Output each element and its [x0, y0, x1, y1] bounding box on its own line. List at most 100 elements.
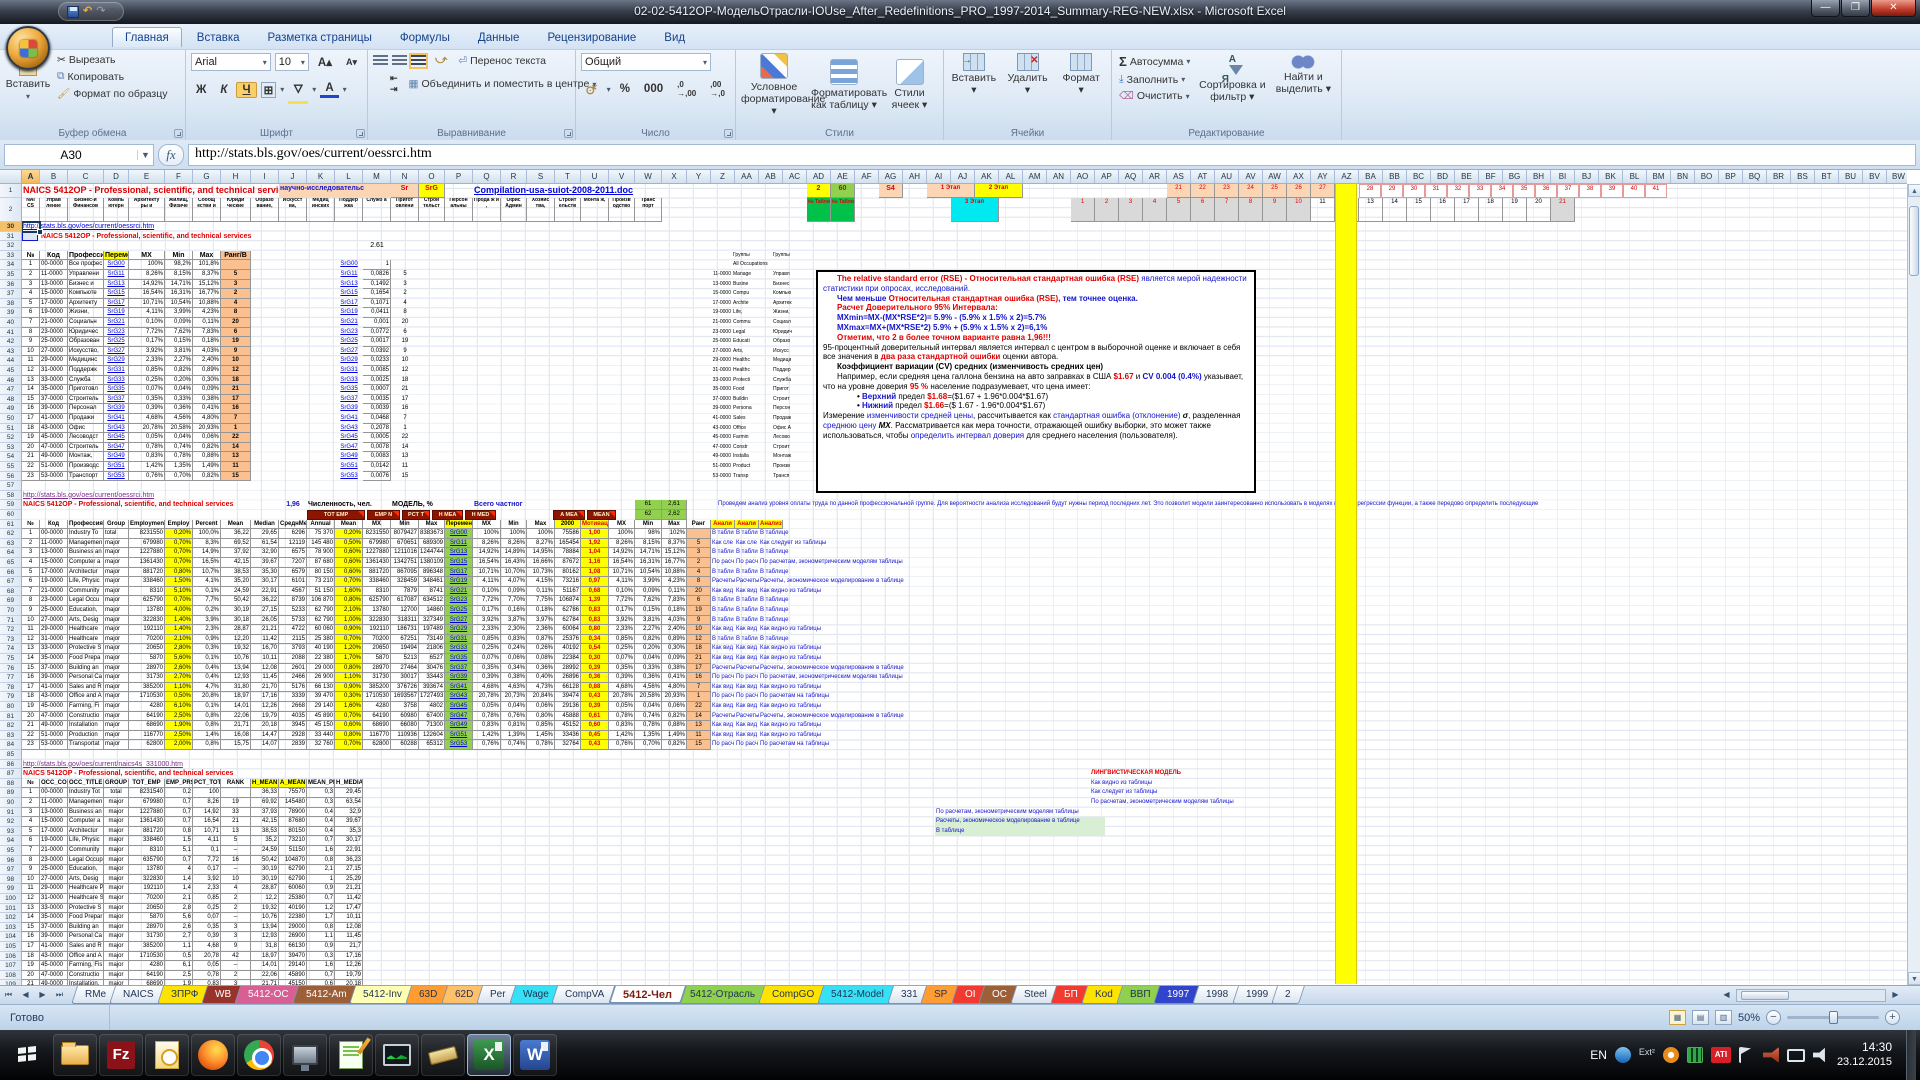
cell[interactable]: SrG27	[445, 616, 473, 626]
cell[interactable]: 39,67	[335, 817, 363, 827]
cell[interactable]: 23-0000	[688, 328, 732, 338]
cell[interactable]: 0,4	[307, 827, 335, 837]
cell[interactable]: 60288	[391, 740, 419, 750]
cell[interactable]: 13-0000	[40, 280, 68, 290]
cell[interactable]: SrG37	[445, 664, 473, 674]
t3-header[interactable]: GROUP	[104, 779, 129, 789]
cell[interactable]: Production	[68, 731, 104, 741]
cell[interactable]: 62786	[555, 606, 581, 616]
cell[interactable]: В табли	[711, 635, 735, 645]
cell[interactable]: 61,54	[251, 539, 279, 549]
cell[interactable]: 0,30%	[662, 644, 687, 654]
cell[interactable]: 19	[22, 961, 40, 971]
cell[interactable]: 0,39%	[609, 673, 635, 683]
cell[interactable]: Computer a	[68, 817, 104, 827]
cell[interactable]: Как вид	[711, 587, 735, 597]
cell[interactable]: 1,70%	[335, 654, 363, 664]
col-number[interactable]: 16	[1431, 198, 1455, 222]
cell[interactable]: 881720	[129, 827, 165, 837]
cell[interactable]: 13780	[129, 865, 165, 875]
row-header-57[interactable]: 57	[0, 481, 21, 491]
row2-header[interactable]: Искусст ва,	[279, 198, 307, 222]
cell[interactable]: Buildin	[732, 395, 772, 405]
t2-header[interactable]: MX	[363, 520, 391, 530]
cell[interactable]: 0,7	[307, 894, 335, 904]
cell[interactable]: Строит	[772, 443, 814, 453]
column-header-AN[interactable]: AN	[1047, 170, 1071, 183]
cell[interactable]: Sales	[732, 414, 772, 424]
row-header-67[interactable]: 67	[0, 577, 21, 587]
cell[interactable]: 17,16	[251, 692, 279, 702]
cell[interactable]: 0,3%	[193, 644, 221, 654]
cell[interactable]: SrG45	[445, 702, 473, 712]
cell[interactable]: 21	[221, 817, 251, 827]
cell[interactable]: 2466	[279, 673, 307, 683]
cell[interactable]: 20,58%	[165, 424, 193, 434]
cell[interactable]: 16,54%	[473, 558, 501, 568]
row2-header[interactable]: Прода ж и ,	[473, 198, 501, 222]
col-number[interactable]: 20	[1527, 198, 1551, 222]
cell[interactable]: 322830	[363, 616, 391, 626]
cell[interactable]: 4035	[279, 712, 307, 722]
col-number[interactable]: 22	[1191, 184, 1215, 198]
cell[interactable]: 192110	[129, 884, 165, 894]
grow-font-button[interactable]: А▴	[313, 54, 337, 70]
cell[interactable]: 3	[22, 808, 40, 818]
cell[interactable]: 8,26%	[473, 539, 501, 549]
cell[interactable]: 17-0000	[40, 568, 68, 578]
column-header-O[interactable]: O	[419, 170, 445, 183]
cell[interactable]: 376726	[391, 683, 419, 693]
cell[interactable]: 16	[22, 932, 40, 942]
cell[interactable]: 5	[221, 270, 251, 280]
cell[interactable]: 22	[391, 433, 419, 443]
cell[interactable]: 0,83	[581, 606, 609, 616]
cell[interactable]: 21,70	[251, 683, 279, 693]
cell[interactable]: По расч	[711, 673, 735, 683]
cell[interactable]: 21,71	[221, 721, 251, 731]
cell[interactable]: 51-0000	[40, 462, 68, 472]
find-select-button[interactable]: Найти и выделить ▾	[1272, 53, 1334, 95]
cell[interactable]: 30,19	[221, 606, 251, 616]
column-header-AM[interactable]: AM	[1023, 170, 1047, 183]
cell[interactable]: Architectur	[68, 827, 104, 837]
stage-cell[interactable]: S4	[879, 184, 903, 198]
cell[interactable]: 12,08	[335, 923, 363, 933]
cell[interactable]: major	[104, 856, 129, 866]
cell[interactable]: Социал	[772, 318, 814, 328]
column-header-BL[interactable]: BL	[1623, 170, 1647, 183]
column-header-AK[interactable]: AK	[975, 170, 999, 183]
cell[interactable]: В табли	[711, 596, 735, 606]
cell[interactable]: 0,1%	[193, 587, 221, 597]
cell[interactable]: 13	[22, 904, 40, 914]
cell[interactable]: 0,26%	[527, 644, 555, 654]
cell[interactable]: 62790	[279, 875, 307, 885]
sheet-title[interactable]: NAICS 5412OP - Professional, scientific,…	[22, 184, 279, 198]
cell[interactable]: 27,15	[251, 606, 279, 616]
column-header-AD[interactable]: AD	[807, 170, 831, 183]
cell[interactable]: Constructio	[68, 971, 104, 981]
cell[interactable]: 1,42%	[609, 731, 635, 741]
prev-sheet-icon[interactable]: ◀	[17, 986, 34, 1004]
cell[interactable]: 78 900	[307, 548, 335, 558]
cell[interactable]: 60980	[391, 712, 419, 722]
cell[interactable]: 0,82%	[662, 740, 687, 750]
cell[interactable]: 1,2	[307, 904, 335, 914]
cell[interactable]: 3,97%	[527, 616, 555, 626]
column-header-BM[interactable]: BM	[1647, 170, 1671, 183]
cell[interactable]: 16,77%	[193, 289, 221, 299]
cell[interactable]: 7	[221, 414, 251, 424]
cell[interactable]: 9	[22, 606, 40, 616]
cell[interactable]: 18	[391, 376, 419, 386]
cell[interactable]: 20,78	[193, 952, 221, 962]
cell[interactable]: SrG43	[445, 692, 473, 702]
cell[interactable]: 60 060	[307, 625, 335, 635]
cell[interactable]: 62800	[363, 740, 391, 750]
t3-header[interactable]: PCT_TOT	[193, 779, 221, 789]
t2-header[interactable]: Group	[104, 520, 129, 530]
cell[interactable]: 15-0000	[688, 289, 732, 299]
cell[interactable]: 22	[22, 731, 40, 741]
row-header-60[interactable]: 60	[0, 510, 21, 520]
cell[interactable]: 0,85%	[609, 635, 635, 645]
cell[interactable]: 41-0000	[40, 683, 68, 693]
redo-icon[interactable]: ↷	[96, 4, 105, 19]
